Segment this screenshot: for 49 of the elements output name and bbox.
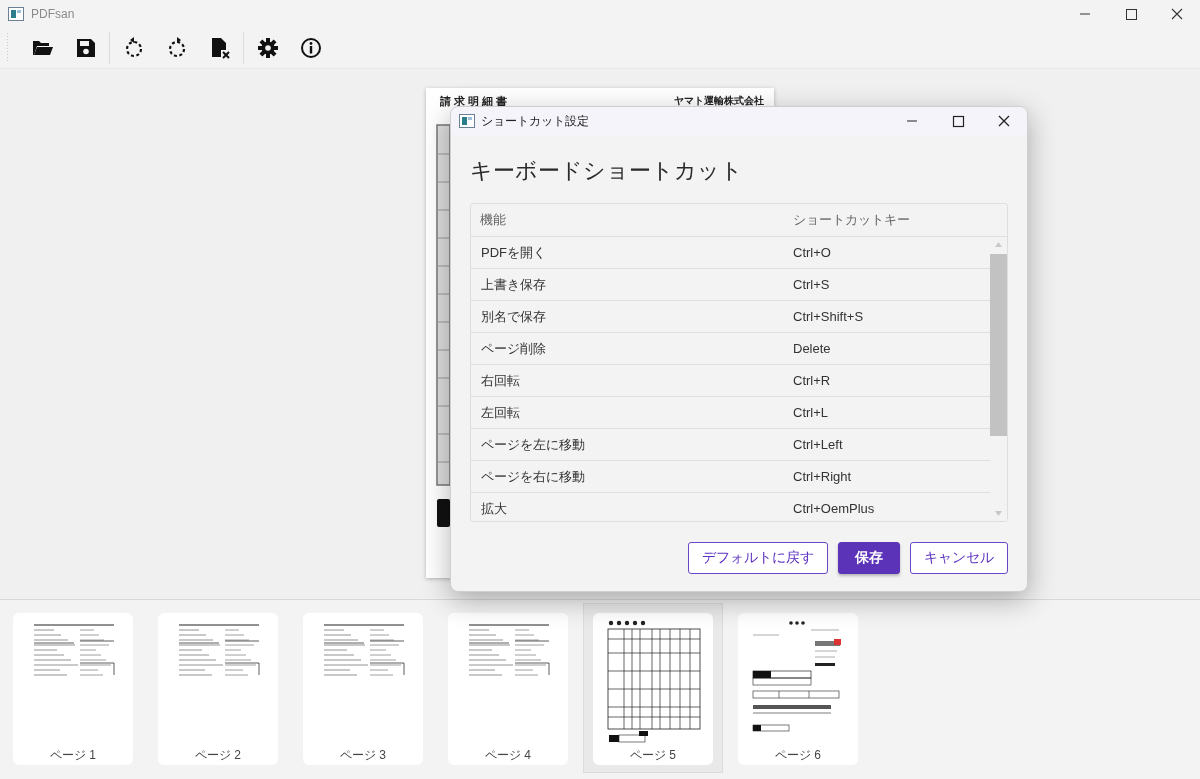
column-header: 機能 [479, 211, 507, 229]
info-icon[interactable] [298, 36, 323, 60]
dialog-button[interactable]: デフォルトに戻す [688, 542, 828, 574]
app-icon [8, 7, 24, 21]
table-row[interactable]: ページを左に移動 Ctrl+Left [471, 429, 990, 461]
settings-icon[interactable] [255, 36, 280, 60]
app-icon [459, 114, 475, 128]
table-cell-text: Ctrl+R [793, 373, 832, 388]
table-row[interactable]: 左回転 Ctrl+L [471, 397, 990, 429]
table-cell-text: 上書き保存 [480, 275, 547, 294]
table-cell-text: Ctrl+O [793, 245, 832, 260]
table-cell-text: 左回転 [480, 403, 521, 422]
table-cell-text: Ctrl+Shift+S [793, 309, 865, 324]
window-title: PDFsan [31, 7, 75, 21]
dialog-heading: キーボードショートカット [470, 157, 744, 185]
table-row[interactable]: 上書き保存 Ctrl+S [471, 269, 990, 301]
table-cell-text: Delete [793, 341, 832, 356]
column-header: ショートカットキー [793, 211, 911, 229]
table-cell-text: ページ削除 [480, 339, 547, 358]
page-label: ページ 4 [485, 747, 531, 764]
table-cell-text: 別名で保存 [480, 307, 547, 326]
save-button[interactable]: 保存 [838, 542, 900, 574]
table-row[interactable]: ページ削除 Delete [471, 333, 990, 365]
table-cell-text: Ctrl+Right [793, 469, 853, 484]
table-cell-text: Ctrl+S [793, 277, 831, 292]
table-cell-text: 右回転 [480, 371, 521, 390]
dialog-button[interactable]: キャンセル [910, 542, 1008, 574]
page-label: ページ 3 [340, 747, 386, 764]
table-row[interactable]: PDFを開く Ctrl+O [471, 237, 990, 269]
company-name: ヤマト運輸株式会社 [674, 94, 764, 108]
page-thumbnail[interactable]: ページ 5 [583, 603, 723, 773]
dialog-title: ショートカット設定 [481, 112, 589, 130]
table-row[interactable]: 右回転 Ctrl+R [471, 365, 990, 397]
toolbar-grip [6, 33, 9, 63]
page-label: ページ 2 [195, 747, 241, 764]
table-cell-text: 拡大 [480, 499, 508, 518]
page-label: ページ 5 [630, 747, 676, 764]
scrollbar-thumb[interactable] [990, 254, 1007, 436]
table-cell-text: Ctrl+L [793, 405, 830, 420]
document-title: 請 求 明 細 書 [440, 93, 508, 109]
table-row[interactable]: 別名で保存 Ctrl+Shift+S [471, 301, 990, 333]
table-cell-text: Ctrl+OemPlus [793, 501, 876, 516]
table-cell-text: PDFを開く [480, 243, 547, 262]
table-row[interactable]: ページを右に移動 Ctrl+Right [471, 461, 990, 493]
table-cell-text: ページを右に移動 [480, 467, 586, 486]
page-label: ページ 6 [775, 747, 821, 764]
page-label: ページ 1 [50, 747, 96, 764]
table-cell-text: ページを左に移動 [480, 435, 586, 454]
table-cell-text: Ctrl+Left [793, 437, 844, 452]
